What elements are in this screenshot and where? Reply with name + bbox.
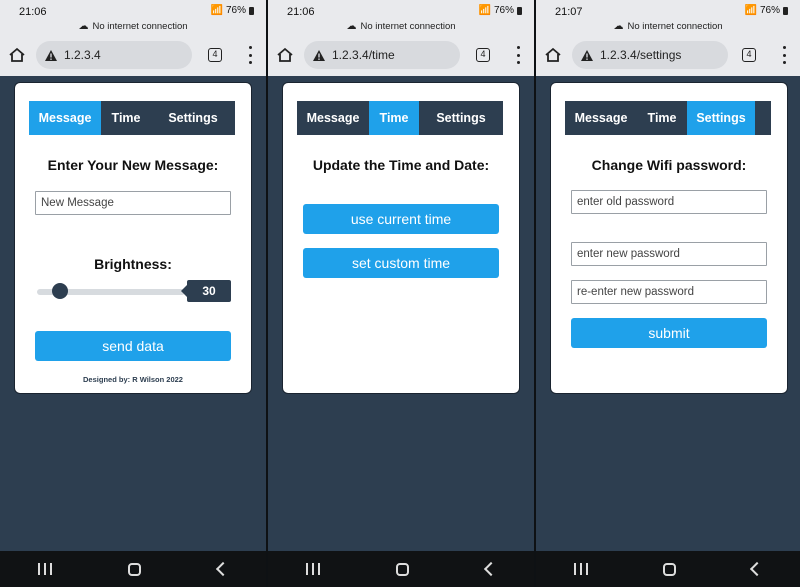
phone-screen-message: 21:06 📶 76% ☁ No internet connection 1.2.… (0, 0, 266, 587)
tab-time[interactable]: Time (637, 101, 687, 135)
content-card: Message Time Settings Update the Time an… (282, 82, 520, 394)
page-heading: Change Wifi password: (591, 157, 747, 173)
back-icon[interactable] (483, 561, 498, 577)
android-nav-bar (268, 551, 534, 587)
more-menu-icon[interactable] (248, 46, 252, 64)
tab-message[interactable]: Message (297, 101, 369, 135)
app-nav: Message Time Settings (297, 101, 503, 135)
cloud-off-icon: ☁ (78, 21, 89, 32)
tab-settings[interactable]: Settings (687, 101, 755, 135)
warning-icon (313, 49, 325, 61)
battery-percent: 76% (759, 5, 780, 16)
brightness-value: 30 (181, 280, 231, 302)
warning-icon (581, 49, 593, 61)
back-icon[interactable] (750, 561, 765, 577)
system-icons: 📶 76% (479, 5, 522, 16)
android-nav-bar (0, 551, 266, 587)
tab-message[interactable]: Message (565, 101, 637, 135)
cloud-off-icon: ☁ (346, 21, 357, 32)
cloud-off-icon: ☁ (613, 21, 624, 32)
android-nav-bar (536, 551, 800, 587)
page-heading: Update the Time and Date: (312, 157, 490, 173)
home-button-icon[interactable] (396, 562, 410, 576)
tab-time[interactable]: Time (369, 101, 419, 135)
home-button-icon[interactable] (663, 562, 677, 576)
home-button-icon[interactable] (128, 562, 142, 576)
battery-icon (249, 6, 254, 15)
reenter-password-input[interactable]: re-enter new password (571, 280, 767, 304)
home-icon[interactable] (276, 46, 294, 64)
tab-switcher-icon[interactable]: 4 (208, 48, 222, 62)
more-menu-icon[interactable] (782, 46, 786, 64)
recents-icon[interactable] (306, 563, 321, 575)
system-icons: 📶 76% (211, 5, 254, 16)
page-heading: Enter Your New Message: (47, 157, 219, 173)
battery-percent: 76% (493, 5, 514, 16)
network-status-text: No internet connection (92, 21, 188, 32)
url-text: 1.2.3.4/settings (600, 48, 682, 62)
tab-switcher-icon[interactable]: 4 (476, 48, 490, 62)
back-icon[interactable] (215, 561, 230, 577)
set-custom-time-button[interactable]: set custom time (303, 248, 499, 278)
battery-icon (517, 6, 522, 15)
status-bar: 21:06 📶 76% ☁ No internet connection (0, 0, 266, 36)
recents-icon[interactable] (38, 563, 53, 575)
browser-toolbar: 1.2.3.4/settings 4 (536, 36, 800, 76)
recents-icon[interactable] (573, 563, 588, 575)
app-nav: Message Time Settings (565, 101, 771, 135)
phone-screen-settings: 21:07 📶 76% ☁ No internet connection 1.2.… (536, 0, 800, 587)
more-menu-icon[interactable] (516, 46, 520, 64)
old-password-input[interactable]: enter old password (571, 190, 767, 214)
network-status-text: No internet connection (360, 21, 456, 32)
new-password-input[interactable]: enter new password (571, 242, 767, 266)
status-time: 21:07 (555, 6, 583, 18)
status-time: 21:06 (287, 6, 315, 18)
tab-message[interactable]: Message (29, 101, 101, 135)
network-status-text: No internet connection (627, 21, 723, 32)
tab-settings[interactable]: Settings (419, 101, 503, 135)
brightness-slider-thumb[interactable] (52, 283, 68, 299)
send-data-button[interactable]: send data (35, 331, 231, 361)
status-time: 21:06 (19, 6, 47, 18)
warning-icon (45, 49, 57, 61)
battery-icon (783, 6, 788, 15)
tab-time[interactable]: Time (101, 101, 151, 135)
status-bar: 21:06 📶 76% ☁ No internet connection (268, 0, 534, 36)
message-input[interactable]: New Message (35, 191, 231, 215)
content-card: Message Time Settings Enter Your New Mes… (14, 82, 252, 394)
battery-percent: 76% (225, 5, 246, 16)
app-nav: Message Time Settings (29, 101, 235, 135)
status-bar: 21:07 📶 76% ☁ No internet connection (536, 0, 800, 36)
network-status: ☁ No internet connection (268, 21, 534, 32)
address-bar[interactable]: 1.2.3.4 (36, 41, 192, 69)
address-bar[interactable]: 1.2.3.4/time (304, 41, 460, 69)
home-icon[interactable] (8, 46, 26, 64)
designer-credit: Designed by: R Wilson 2022 (83, 375, 183, 384)
phone-screen-time: 21:06 📶 76% ☁ No internet connection 1.2.… (268, 0, 534, 587)
browser-toolbar: 1.2.3.4/time 4 (268, 36, 534, 76)
network-status: ☁ No internet connection (536, 21, 800, 32)
submit-button[interactable]: submit (571, 318, 767, 348)
use-current-time-button[interactable]: use current time (303, 204, 499, 234)
url-text: 1.2.3.4 (64, 48, 101, 62)
home-icon[interactable] (544, 46, 562, 64)
address-bar[interactable]: 1.2.3.4/settings (572, 41, 728, 69)
network-status: ☁ No internet connection (0, 21, 266, 32)
system-icons: 📶 76% (745, 5, 788, 16)
signal-icon: 📶 (478, 5, 491, 16)
tab-switcher-icon[interactable]: 4 (742, 48, 756, 62)
url-text: 1.2.3.4/time (332, 48, 395, 62)
browser-toolbar: 1.2.3.4 4 (0, 36, 266, 76)
brightness-label: Brightness: (94, 256, 172, 272)
tab-settings[interactable]: Settings (151, 101, 235, 135)
content-card: Message Time Settings Change Wifi passwo… (550, 82, 788, 394)
signal-icon: 📶 (744, 5, 757, 16)
signal-icon: 📶 (210, 5, 223, 16)
